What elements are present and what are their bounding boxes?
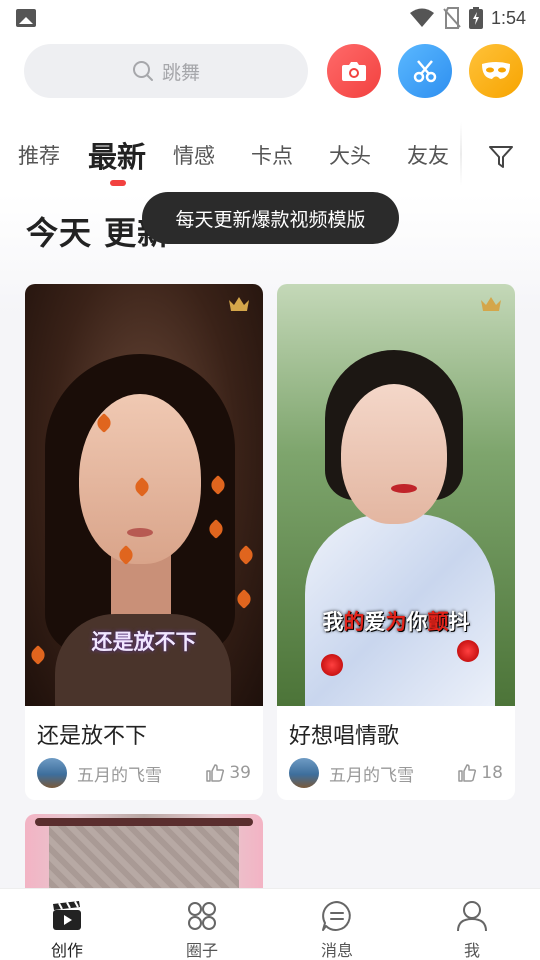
tab-friends[interactable]: 友友 xyxy=(407,140,449,170)
thumbs-up-icon[interactable] xyxy=(457,763,477,783)
tab-beat[interactable]: 卡点 xyxy=(251,140,293,170)
tab-emotion[interactable]: 情感 xyxy=(173,140,215,170)
search-icon xyxy=(132,61,153,81)
author-avatar[interactable] xyxy=(37,758,67,788)
crown-icon xyxy=(229,297,249,311)
tab-divider xyxy=(460,122,462,186)
camera-button[interactable] xyxy=(327,44,381,98)
like-count: 18 xyxy=(481,763,503,783)
nav-messages[interactable]: 消息 xyxy=(297,899,377,960)
clapperboard-icon xyxy=(53,901,81,930)
nav-create[interactable]: 创作 xyxy=(27,899,107,960)
no-sim-icon xyxy=(443,7,461,29)
caption-char: 颤 xyxy=(427,610,449,634)
status-indicators: 1:54 xyxy=(409,6,526,30)
author-name[interactable]: 五月的飞雪 xyxy=(77,761,205,786)
nav-me[interactable]: 我 xyxy=(432,899,512,960)
nav-label: 我 xyxy=(463,941,480,960)
scroll-rod xyxy=(35,818,253,826)
author-avatar[interactable] xyxy=(289,758,319,788)
thumbnail-lips xyxy=(391,484,417,493)
leaf xyxy=(234,589,254,609)
thumbs-up-icon[interactable] xyxy=(205,763,225,783)
filter-icon[interactable] xyxy=(488,144,514,170)
thumbnail-lips xyxy=(127,528,153,537)
caption-char: 你 xyxy=(406,610,428,634)
image-notification-icon xyxy=(16,9,36,27)
card-meta: 五月的飞雪 18 xyxy=(289,758,503,788)
card-thumbnail xyxy=(49,824,239,894)
mask-button[interactable] xyxy=(469,44,523,98)
status-bar: 1:54 xyxy=(0,0,540,36)
card-meta: 五月的飞雪 39 xyxy=(37,758,251,788)
thumbnail-face xyxy=(341,384,447,524)
caption-char: 抖 xyxy=(448,610,470,634)
video-template-card[interactable]: 我的爱为你颤抖 好想唱情歌 五月的飞雪 18 xyxy=(277,284,515,800)
camera-icon xyxy=(342,62,366,81)
caption-char: 为 xyxy=(385,610,407,634)
tab-recommend[interactable]: 推荐 xyxy=(18,140,60,170)
top-bar: 跳舞 xyxy=(0,36,540,112)
nav-label: 消息 xyxy=(320,941,353,960)
card-thumbnail: 我的爱为你颤抖 xyxy=(277,284,515,706)
like-count: 39 xyxy=(229,763,251,783)
nav-circles[interactable]: 圈子 xyxy=(162,899,242,960)
rose xyxy=(457,640,479,662)
update-tooltip: 每天更新爆款视频模版 xyxy=(142,192,399,244)
video-template-card[interactable]: 还是放不下 还是放不下 五月的飞雪 39 xyxy=(25,284,263,800)
battery-charging-icon xyxy=(468,7,483,29)
scissors-icon xyxy=(413,60,437,83)
grid-circles-icon xyxy=(188,902,216,930)
search-input[interactable]: 跳舞 xyxy=(24,44,308,98)
crown-icon xyxy=(481,297,501,311)
tab-latest[interactable]: 最新 xyxy=(88,134,146,176)
message-bubble-icon xyxy=(322,901,351,931)
nav-label: 圈子 xyxy=(185,941,218,960)
video-template-card-partial[interactable] xyxy=(25,814,263,894)
scissors-button[interactable] xyxy=(398,44,452,98)
author-name[interactable]: 五月的飞雪 xyxy=(329,761,457,786)
person-icon xyxy=(457,901,487,932)
card-title: 还是放不下 xyxy=(37,724,148,749)
status-time: 1:54 xyxy=(490,7,526,28)
thumbnail-caption: 还是放不下 xyxy=(91,630,197,654)
card-title: 好想唱情歌 xyxy=(289,724,400,749)
mask-icon xyxy=(482,62,510,79)
search-placeholder: 跳舞 xyxy=(161,61,200,84)
caption-char: 的 xyxy=(343,610,365,634)
rose xyxy=(321,654,343,676)
caption-char: 爱 xyxy=(364,610,386,634)
tab-bighead[interactable]: 大头 xyxy=(329,140,371,170)
nav-label: 创作 xyxy=(50,941,83,960)
wifi-icon xyxy=(409,8,434,27)
bottom-navigation: 创作 圈子 消息 我 xyxy=(0,888,540,960)
leaf xyxy=(236,545,256,565)
caption-char: 我 xyxy=(322,610,344,634)
active-tab-indicator xyxy=(110,180,126,186)
category-tabs: 推荐 最新 情感 卡点 大头 友友 xyxy=(0,112,540,194)
thumbnail-caption: 我的爱为你颤抖 xyxy=(277,606,515,636)
card-thumbnail: 还是放不下 xyxy=(25,284,263,706)
